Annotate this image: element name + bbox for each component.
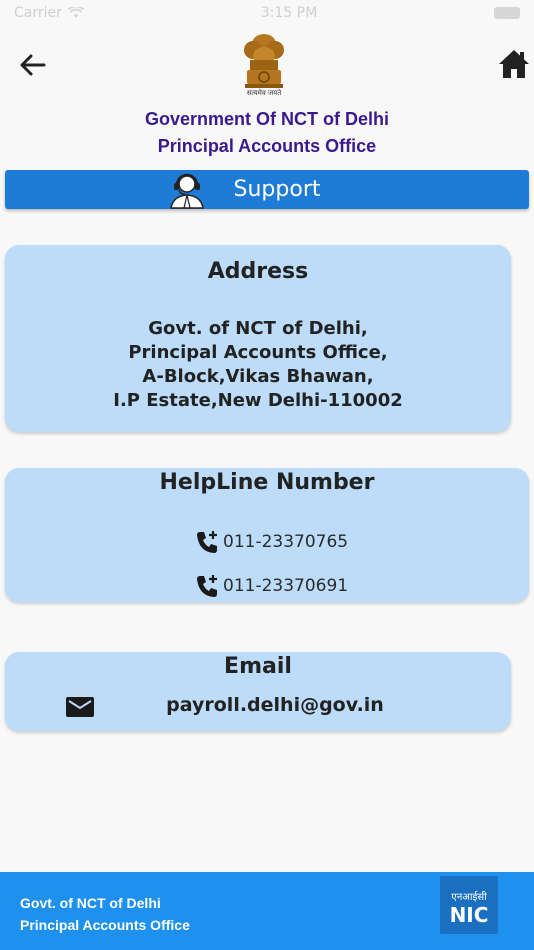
nic-logo-icon: एनआईसी NIC [450, 891, 489, 927]
footer-text: Govt. of NCT of Delhi Principal Accounts… [20, 892, 190, 936]
phone-add-icon [197, 575, 217, 597]
footer-line-1: Govt. of NCT of Delhi [20, 895, 161, 911]
footer-line-2: Principal Accounts Office [20, 917, 190, 933]
helpline-item-1[interactable]: 011-23370765 [193, 529, 348, 555]
status-left: Carrier [14, 5, 84, 21]
helpline-item-2[interactable]: 011-23370691 [193, 573, 348, 599]
email-address-link[interactable]: payroll.delhi@gov.in [155, 694, 395, 716]
address-title: Address [207, 259, 309, 284]
back-button[interactable] [14, 46, 50, 82]
helpline-title: HelpLine Number [159, 470, 375, 495]
email-title: Email [224, 654, 292, 679]
home-icon [499, 50, 529, 78]
helpline-number[interactable]: 011-23370765 [223, 532, 348, 552]
support-title: Support [233, 177, 321, 202]
phone-add-icon [197, 531, 217, 553]
helpline-number[interactable]: 011-23370691 [223, 576, 348, 596]
footer: Govt. of NCT of Delhi Principal Accounts… [0, 872, 534, 950]
header: सत्यमेव जयते Government Of NCT of Delhi … [0, 26, 534, 164]
home-button[interactable] [496, 46, 532, 82]
nic-logo-hindi: एनआईसी [451, 891, 487, 903]
arrow-left-icon [20, 54, 46, 76]
carrier-label: Carrier [14, 5, 62, 21]
address-text: Govt. of NCT of Delhi, Principal Account… [5, 317, 511, 413]
status-bar: Carrier 3:15 PM [0, 0, 534, 26]
title-line-2: Principal Accounts Office [157, 136, 377, 156]
email-card: Email payroll.delhi@gov.in [5, 652, 511, 731]
address-line: I.P Estate,New Delhi-110002 [113, 390, 403, 411]
battery-icon [494, 7, 520, 19]
status-time: 3:15 PM [260, 5, 318, 21]
address-card: Address Govt. of NCT of Delhi, Principal… [5, 245, 511, 432]
page-title: Government Of NCT of Delhi Principal Acc… [0, 106, 534, 160]
mail-icon [66, 697, 94, 717]
title-line-1: Government Of NCT of Delhi [144, 109, 389, 129]
wifi-icon [67, 7, 84, 18]
emblem-motto: सत्यमेव जयते [246, 89, 282, 97]
nic-logo-text: NIC [450, 903, 489, 927]
address-line: A-Block,Vikas Bhawan, [142, 366, 374, 387]
customer-support-icon [170, 173, 204, 209]
address-line: Principal Accounts Office, [128, 342, 388, 363]
helpline-card: HelpLine Number 011-23370765 011-2337069… [5, 468, 529, 602]
nic-logo: एनआईसी NIC [440, 876, 498, 934]
support-bar: Support [5, 170, 529, 209]
address-line: Govt. of NCT of Delhi, [148, 318, 368, 339]
